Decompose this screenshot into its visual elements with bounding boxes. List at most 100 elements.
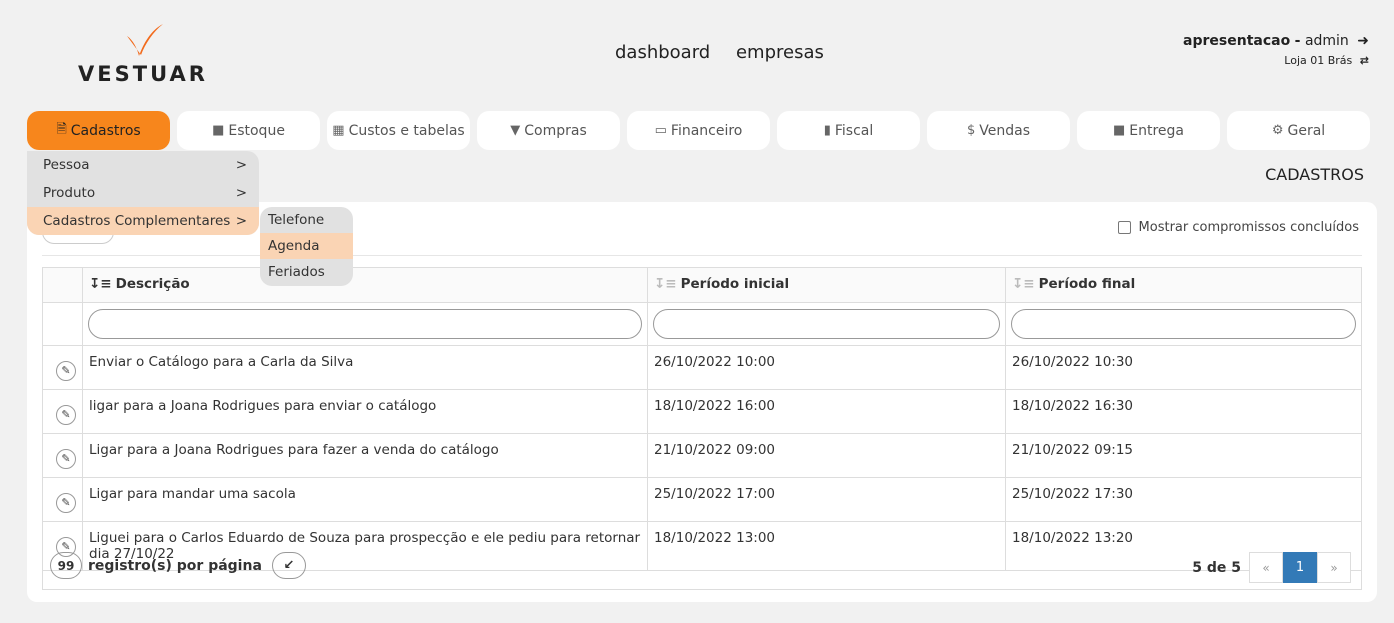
filter-cell xyxy=(82,302,648,346)
submenu-item-telefone[interactable]: Telefone xyxy=(260,207,353,233)
top-nav: dashboard empresas xyxy=(615,42,844,63)
header-periodo-inicial[interactable]: ↧≡ Período inicial xyxy=(647,267,1006,303)
tab-fiscal[interactable]: ▮ Fiscal xyxy=(777,111,920,150)
header-label: Período inicial xyxy=(680,276,790,292)
header-label: Período final xyxy=(1038,276,1136,292)
row-action-cell: ✎ xyxy=(42,477,83,522)
tab-compras[interactable]: ▼ Compras xyxy=(477,111,620,150)
tab-label: Cadastros xyxy=(70,122,141,139)
cell-descricao: ligar para a Joana Rodrigues para enviar… xyxy=(82,389,648,434)
table-footer: 99 registro(s) por página ↙ 5 de 5 « 1 » xyxy=(42,543,1362,590)
card-icon: ▭ xyxy=(654,123,667,138)
chevron-right-icon: > xyxy=(235,185,247,201)
user-box: apresentacao - admin ➜ Loja 01 Brás ⇄ xyxy=(1183,33,1369,67)
per-page-control: 99 registro(s) por página ↙ xyxy=(50,552,306,579)
tab-vendas[interactable]: $ Vendas xyxy=(927,111,1070,150)
header-descricao[interactable]: ↧≡ Descrição xyxy=(82,267,648,303)
edit-icon[interactable]: ✎ xyxy=(56,493,76,513)
nav-dashboard[interactable]: dashboard xyxy=(615,42,710,63)
tab-label: Vendas xyxy=(979,122,1031,139)
sort-icon: ↧≡ xyxy=(89,276,112,292)
menu-item-pessoa[interactable]: Pessoa > xyxy=(27,151,259,179)
brand-mark-icon xyxy=(127,24,163,56)
submenu-item-agenda[interactable]: Agenda xyxy=(260,233,353,259)
table-row: ✎ ligar para a Joana Rodrigues para envi… xyxy=(42,389,1362,434)
cell-periodo-inicial: 26/10/2022 10:00 xyxy=(647,345,1006,390)
tab-geral[interactable]: ⚙ Geral xyxy=(1227,111,1370,150)
switch-icon[interactable]: ⇄ xyxy=(1360,54,1369,67)
tab-label: Financeiro xyxy=(670,122,743,139)
menu-item-cadastros-complementares[interactable]: Cadastros Complementares > xyxy=(27,207,259,235)
edit-icon[interactable]: ✎ xyxy=(56,449,76,469)
show-completed-toggle[interactable]: Mostrar compromissos concluídos xyxy=(1117,220,1359,235)
tab-label: Geral xyxy=(1287,122,1326,139)
tab-entrega[interactable]: ■ Entrega xyxy=(1077,111,1220,150)
agenda-panel: Mostrar compromissos concluídos ↧≡ Descri… xyxy=(27,202,1377,602)
filter-row xyxy=(42,302,1362,346)
table-icon: ▦ xyxy=(332,123,345,138)
sort-icon: ↧≡ xyxy=(654,276,677,292)
cell-periodo-inicial: 18/10/2022 16:00 xyxy=(647,389,1006,434)
cell-periodo-final: 21/10/2022 09:15 xyxy=(1005,433,1362,478)
tab-cadastros[interactable]: 🗎 Cadastros xyxy=(27,111,170,150)
main-menu-tabs: 🗎 Cadastros ■ Estoque ▦ Custos e tabelas ▼ C… xyxy=(27,111,1372,150)
per-page-label: registro(s) por página xyxy=(88,557,262,574)
tab-label: Custos e tabelas xyxy=(348,122,465,139)
truck-icon: ■ xyxy=(212,123,225,138)
tab-label: Entrega xyxy=(1129,122,1185,139)
cell-periodo-inicial: 25/10/2022 17:00 xyxy=(647,477,1006,522)
sign-out-icon[interactable]: ➜ xyxy=(1357,33,1369,49)
file-icon: 🗎 xyxy=(56,121,67,137)
row-action-cell: ✎ xyxy=(42,433,83,478)
agenda-table: ↧≡ Descrição ↧≡ Período inicial ↧≡ Período … xyxy=(42,267,1362,571)
edit-icon[interactable]: ✎ xyxy=(56,361,76,381)
menu-item-label: Produto xyxy=(43,185,96,201)
header-periodo-final[interactable]: ↧≡ Período final xyxy=(1005,267,1362,303)
table-row: ✎ Ligar para mandar uma sacola 25/10/202… xyxy=(42,477,1362,522)
table-header-row: ↧≡ Descrição ↧≡ Período inicial ↧≡ Período … xyxy=(42,267,1362,303)
cell-periodo-final: 18/10/2022 16:30 xyxy=(1005,389,1362,434)
cell-descricao: Ligar para mandar uma sacola xyxy=(82,477,648,522)
sort-icon: ↧≡ xyxy=(1012,276,1035,292)
store-name[interactable]: Loja 01 Brás xyxy=(1284,54,1352,67)
tab-estoque[interactable]: ■ Estoque xyxy=(177,111,320,150)
show-completed-checkbox[interactable] xyxy=(1117,221,1131,234)
edit-icon[interactable]: ✎ xyxy=(56,405,76,425)
header-label: Descrição xyxy=(115,276,190,292)
tab-financeiro[interactable]: ▭ Financeiro xyxy=(627,111,770,150)
tab-custos-e-tabelas[interactable]: ▦ Custos e tabelas xyxy=(327,111,470,150)
periodo-inicial-filter-input[interactable] xyxy=(653,309,1000,339)
brand-logo[interactable]: VESTUAR xyxy=(78,22,208,86)
row-action-cell: ✎ xyxy=(42,389,83,434)
user-separator: - xyxy=(1294,33,1301,49)
page-1-button[interactable]: 1 xyxy=(1283,552,1317,583)
compress-icon[interactable]: ↙ xyxy=(271,552,306,579)
prev-page-button[interactable]: « xyxy=(1249,552,1283,583)
table-row: ✎ Enviar o Catálogo para a Carla da Silv… xyxy=(42,345,1362,390)
tab-label: Estoque xyxy=(228,122,285,139)
menu-item-label: Pessoa xyxy=(43,157,90,173)
table-row: ✎ Ligar para a Joana Rodrigues para faze… xyxy=(42,433,1362,478)
row-action-cell: ✎ xyxy=(42,345,83,390)
user-name[interactable]: admin xyxy=(1305,33,1349,49)
show-completed-label: Mostrar compromissos concluídos xyxy=(1138,220,1359,235)
next-page-button[interactable]: » xyxy=(1317,552,1351,583)
company-name: apresentacao xyxy=(1183,33,1291,49)
periodo-final-filter-input[interactable] xyxy=(1011,309,1356,339)
dollar-icon: $ xyxy=(966,123,976,138)
tab-label: Compras xyxy=(524,122,587,139)
descricao-filter-input[interactable] xyxy=(88,309,642,339)
filter-cell xyxy=(647,302,1006,346)
gears-icon: ⚙ xyxy=(1271,123,1284,138)
truck-icon: ■ xyxy=(1112,123,1126,138)
divider xyxy=(42,255,1362,256)
record-count: 5 de 5 xyxy=(1192,559,1241,576)
submenu-item-feriados[interactable]: Feriados xyxy=(260,259,353,285)
per-page-input[interactable]: 99 xyxy=(50,552,82,579)
tab-label: Fiscal xyxy=(834,122,874,139)
menu-item-produto[interactable]: Produto > xyxy=(27,179,259,207)
document-icon: ▮ xyxy=(823,123,831,138)
nav-empresas[interactable]: empresas xyxy=(736,42,824,63)
cell-descricao: Ligar para a Joana Rodrigues para fazer … xyxy=(82,433,648,478)
cadastros-complementares-submenu: Telefone Agenda Feriados xyxy=(260,207,353,286)
